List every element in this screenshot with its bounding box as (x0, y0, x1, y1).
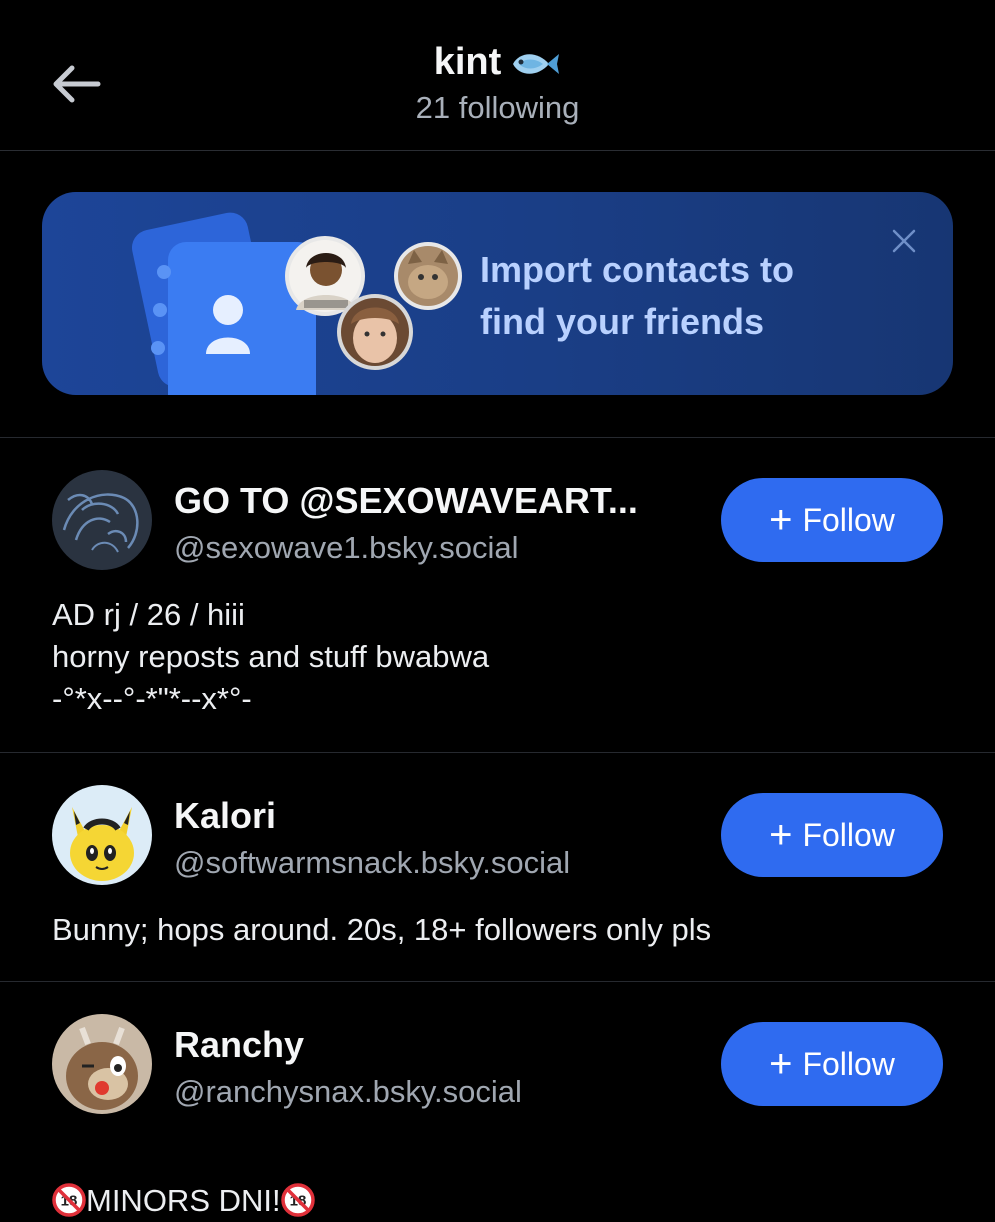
no-under-18-icon: 18 (52, 1183, 86, 1217)
avatar-image (52, 1014, 152, 1114)
banner-text: Import contacts to find your friends (480, 249, 795, 342)
page-title-text: kint (433, 41, 502, 83)
page-title: kint (0, 40, 995, 84)
user-bio: 18 MINORS DNI! 18 (52, 1138, 315, 1222)
follow-button[interactable]: + Follow (721, 478, 943, 562)
following-count: 21 following (415, 90, 580, 125)
user-bio: AD rj / 26 / hiii horny reposts and stuf… (52, 597, 490, 716)
header: kint 21 following (0, 0, 995, 151)
follow-label: Follow (802, 501, 895, 538)
user-handle[interactable]: @sexowave1.bsky.social (174, 530, 518, 566)
plus-icon: + (769, 498, 793, 542)
user-row[interactable]: Kalori @softwarmsnack.bsky.social + Foll… (0, 753, 995, 981)
follow-label: Follow (802, 1045, 895, 1082)
close-icon (892, 229, 916, 253)
contacts-illustration (131, 212, 462, 395)
user-handle[interactable]: @softwarmsnack.bsky.social (174, 845, 570, 881)
user-row[interactable]: GO TO @SEXOWAVEART... @sexowave1.bsky.so… (0, 438, 995, 752)
user-row[interactable]: Ranchy @ranchysnax.bsky.social + Follow … (0, 982, 995, 1218)
follow-button[interactable]: + Follow (721, 1022, 943, 1106)
user-display-name[interactable]: Kalori (174, 795, 276, 837)
avatar[interactable] (52, 470, 152, 570)
user-handle[interactable]: @ranchysnax.bsky.social (174, 1074, 522, 1110)
avatar[interactable] (52, 1014, 152, 1114)
plus-icon: + (769, 813, 793, 857)
import-contacts-banner[interactable]: Import contacts to find your friends (42, 192, 953, 395)
banner-close-button[interactable] (891, 228, 917, 254)
follow-button[interactable]: + Follow (721, 793, 943, 877)
user-bio: Bunny; hops around. 20s, 18+ followers o… (52, 912, 712, 947)
avatar-image (52, 785, 152, 885)
no-under-18-icon: 18 (280, 1183, 315, 1217)
user-display-name[interactable]: Ranchy (174, 1024, 304, 1066)
fish-icon (513, 53, 560, 74)
plus-icon: + (769, 1042, 793, 1086)
user-display-name[interactable]: GO TO @SEXOWAVEART... (174, 480, 638, 522)
avatar[interactable] (52, 785, 152, 885)
follow-label: Follow (802, 816, 895, 853)
avatar-image (52, 470, 152, 570)
user-bio-text: MINORS DNI! (86, 1183, 281, 1218)
